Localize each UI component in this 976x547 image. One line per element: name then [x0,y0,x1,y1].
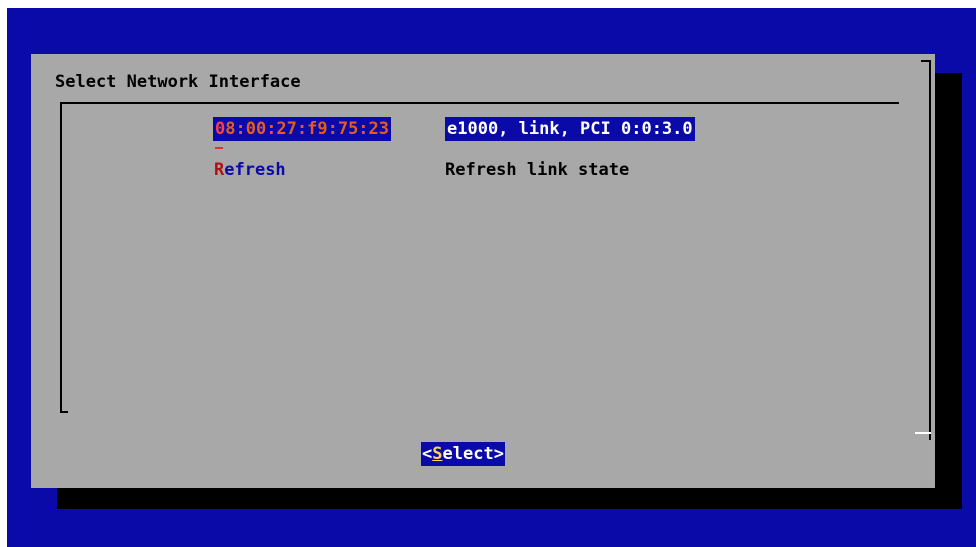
button-bracket-right: > [493,444,504,464]
menu-item-refresh-description[interactable]: Refresh link state [445,158,629,182]
menu-item-interface-tag[interactable]: 08:00:27:f9:75:23 [213,117,392,141]
select-button[interactable]: <Select> [421,442,505,466]
dialog-right-border [929,60,931,440]
dialog-separator-tick [915,432,931,434]
menu-cursor-marker [215,147,223,149]
button-bracket-left: < [422,444,433,464]
menu-list-left-border [60,102,62,413]
button-label-rest: elect [442,444,494,464]
menu-item-hotkey: 0 [215,119,226,139]
menu-list-corner-top-left [60,102,68,104]
dialog-title: Select Network Interface [55,72,301,92]
menu-list-corner-bottom-left [60,411,68,413]
network-interface-dialog: Select Network Interface 08:00:27:f9:75:… [31,54,935,488]
dialog-corner-top-right [921,60,930,62]
button-hotkey: S [432,444,443,464]
menu-item-refresh[interactable]: Refresh [214,158,286,182]
menu-item-tag-text: efresh [224,160,286,180]
menu-item-interface-description[interactable]: e1000, link, PCI 0:0:3.0 [445,117,695,141]
menu-list-top-border [60,102,899,104]
menu-item-hotkey: R [214,160,225,180]
menu-item-tag-text: 8:00:27:f9:75:23 [225,119,390,139]
